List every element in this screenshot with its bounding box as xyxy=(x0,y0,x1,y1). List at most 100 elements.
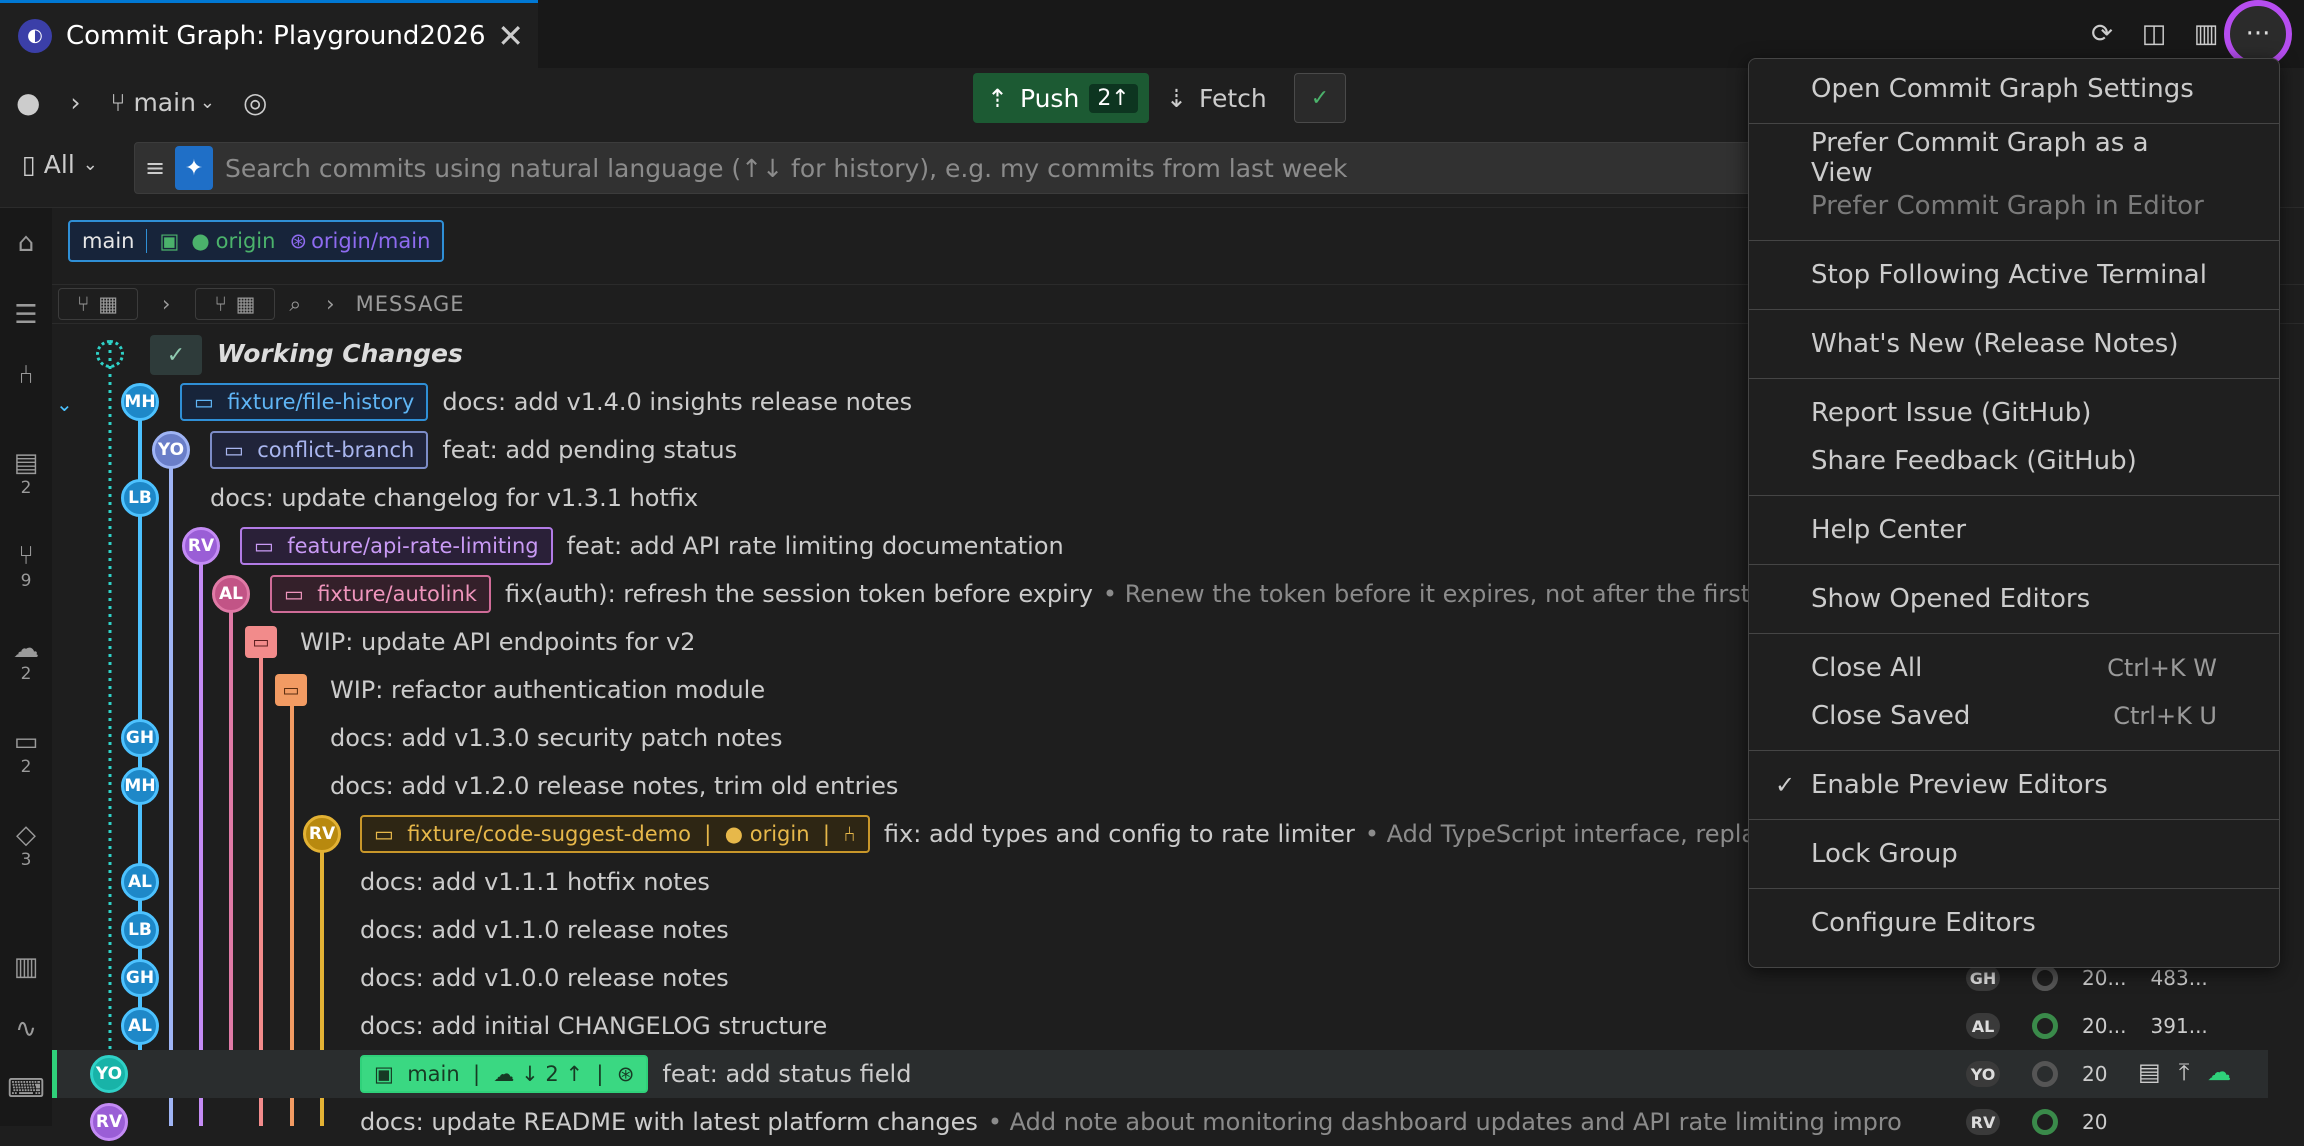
stashes-icon[interactable]: ▭ 2 xyxy=(6,727,46,777)
commit-message: docs: add initial CHANGELOG structure xyxy=(360,1012,828,1040)
branches-icon[interactable]: ⑂ 9 xyxy=(6,541,46,591)
menu-item-close-saved[interactable]: Close Saved Ctrl+K U xyxy=(1749,692,2279,740)
branch-tag[interactable]: ▣ main | ☁ ↓ 2 ↑ | ⊛ xyxy=(360,1055,649,1093)
avatar[interactable]: RV xyxy=(303,815,341,853)
local-branch-label: main xyxy=(70,229,148,253)
menu-item-prefer-view[interactable]: Prefer Commit Graph as a View xyxy=(1749,128,2279,188)
commit-message: feat: add pending status xyxy=(442,436,738,464)
menu-item-prefer-editor: Prefer Commit Graph in Editor xyxy=(1811,191,2204,221)
branch-summary[interactable]: main ▣ ● origin ⊛ origin/main xyxy=(68,220,445,262)
avatar[interactable]: YO xyxy=(152,431,190,469)
tags-icon[interactable]: ◇ 3 xyxy=(6,820,46,870)
scope-selector[interactable]: ▯ All ⌄ xyxy=(22,150,98,179)
avatar[interactable]: AL xyxy=(121,1007,159,1045)
avatar[interactable]: AL xyxy=(212,575,250,613)
graph-map-toggle[interactable]: ⑂ ▦ xyxy=(58,288,138,320)
menu-item-configure-editors[interactable]: Configure Editors xyxy=(1749,899,2279,947)
table-row[interactable]: docs: update README with latest platform… xyxy=(52,1098,1902,1146)
menu-item-help-center[interactable]: Help Center xyxy=(1749,506,2279,554)
avatar[interactable]: AL xyxy=(121,863,159,901)
chevron-right-icon: › xyxy=(162,292,172,316)
table-row[interactable]: WIP: refactor authentication module xyxy=(52,666,1752,714)
push-to-icon: ⤒ xyxy=(2178,1058,2190,1086)
table-row[interactable]: docs: update changelog for v1.3.1 hotfix xyxy=(52,474,1752,522)
tab-commit-graph[interactable]: ◐ Commit Graph: Playground2026 ✕ xyxy=(0,0,538,68)
gitlens-logo-icon: ◐ xyxy=(18,18,52,53)
avatar[interactable]: GH xyxy=(121,719,159,757)
activity-icon[interactable]: ∿ xyxy=(6,1014,46,1044)
repo-icon: ▯ xyxy=(22,150,36,179)
table-row[interactable]: WIP: update API endpoints for v2 xyxy=(52,618,1752,666)
working-changes-label[interactable]: Working Changes xyxy=(217,339,463,368)
push-button[interactable]: ⇡ Push 2↑ xyxy=(973,73,1149,123)
branch-check-icon: ▣ xyxy=(159,229,180,253)
menu-item-report-issue[interactable]: Report Issue (GitHub) xyxy=(1749,389,2279,437)
commit-message: fix: add types and config to rate limite… xyxy=(883,820,1355,848)
scope-label: All xyxy=(43,150,75,179)
stack-icon[interactable]: ☰ xyxy=(6,300,46,330)
table-row[interactable]: docs: add v1.0.0 release notes xyxy=(52,954,1752,1002)
menu-item-enable-preview-editors[interactable]: ✓ Enable Preview Editors xyxy=(1749,761,2279,809)
branch-tag[interactable]: ▭ fixture/file-history xyxy=(180,383,429,421)
table-row[interactable]: ▭ feature/api-rate-limiting feat: add AP… xyxy=(52,522,1752,570)
author-cell: GH 20... 483... xyxy=(1966,964,2208,992)
menu-item-stop-following-terminal[interactable]: Stop Following Active Terminal xyxy=(1749,251,2279,299)
refresh-icon[interactable]: ⟳ xyxy=(2082,14,2122,54)
sync-status-button[interactable]: ✓ xyxy=(1294,73,1346,123)
stash-icon: ▭ xyxy=(275,674,307,706)
avatar[interactable]: LB xyxy=(121,479,159,517)
branch-tag[interactable]: ▭ feature/api-rate-limiting xyxy=(240,527,553,565)
filter-icon[interactable]: ≡ xyxy=(135,154,175,182)
worktree-icon[interactable]: ▤ 2 xyxy=(6,448,46,498)
menu-item-close-all[interactable]: Close All Ctrl+K W xyxy=(1749,644,2279,692)
ai-search-icon[interactable]: ✦ xyxy=(175,146,213,190)
branch-tag[interactable]: ▭ conflict-branch xyxy=(210,431,429,469)
keyboard-icon[interactable]: ⌨ xyxy=(6,1074,46,1104)
menu-item-whats-new[interactable]: What's New (Release Notes) xyxy=(1749,320,2279,368)
fetch-button[interactable]: ⇣ Fetch xyxy=(1166,73,1267,123)
remotes-icon[interactable]: ☁ 2 xyxy=(6,634,46,684)
menu-item-lock-group[interactable]: Lock Group xyxy=(1749,830,2279,878)
table-row[interactable]: ▣ main | ☁ ↓ 2 ↑ | ⊛ feat: add status fi… xyxy=(52,1050,1752,1098)
split-editor-icon[interactable]: ◫ xyxy=(2134,14,2174,54)
commit-message: WIP: refactor authentication module xyxy=(330,676,766,704)
table-row[interactable]: docs: add v1.3.0 security patch notes xyxy=(52,714,1752,762)
branch-tag[interactable]: ▭ fixture/code-suggest-demo | ● origin |… xyxy=(360,815,870,853)
avatar[interactable]: MH xyxy=(121,767,159,805)
table-row[interactable]: docs: add v1.1.1 hotfix notes xyxy=(52,858,1752,906)
table-row[interactable]: docs: add v1.2.0 release notes, trim old… xyxy=(52,762,1752,810)
commit-message: docs: update changelog for v1.3.1 hotfix xyxy=(210,484,699,512)
avatar[interactable]: RV xyxy=(182,527,220,565)
columns-icon[interactable]: ▥ xyxy=(6,952,46,982)
avatar[interactable]: GH xyxy=(121,959,159,997)
menu-item-open-settings[interactable]: Open Commit Graph Settings xyxy=(1749,65,2279,113)
avatar[interactable]: YO xyxy=(90,1055,128,1093)
table-row[interactable]: docs: add v1.1.0 release notes xyxy=(52,906,1752,954)
working-changes-check-icon[interactable]: ✓ xyxy=(150,335,202,375)
home-icon[interactable]: ⌂ xyxy=(6,228,46,258)
row-actions[interactable]: ▤ ⤒ ☁ xyxy=(2138,1058,2231,1086)
branch-tag[interactable]: ▭ fixture/autolink xyxy=(270,575,491,613)
author-cell: AL 20... 391... xyxy=(1966,1012,2208,1040)
avatar[interactable]: LB xyxy=(121,911,159,949)
github-icon[interactable]: ● xyxy=(16,86,40,119)
pull-request-icon[interactable]: ⑃ xyxy=(6,360,46,390)
commit-description: • Renew the token before it expires, not… xyxy=(1102,580,1751,608)
search-icon[interactable]: ⌕ xyxy=(289,292,302,317)
menu-item-share-feedback[interactable]: Share Feedback (GitHub) xyxy=(1749,437,2279,485)
branch-selector[interactable]: main xyxy=(133,88,195,117)
fetch-icon: ⇣ xyxy=(1166,83,1187,113)
table-row[interactable]: ▭ fixture/autolink fix(auth): refresh th… xyxy=(52,570,1752,618)
avatar[interactable]: RV xyxy=(90,1103,128,1141)
menu-item-show-opened-editors[interactable]: Show Opened Editors xyxy=(1749,575,2279,623)
github-icon: ● xyxy=(191,229,210,253)
avatar[interactable]: MH xyxy=(121,383,159,421)
table-row[interactable]: ▭ fixture/file-history docs: add v1.4.0 … xyxy=(52,378,1752,426)
toggle-panel-icon[interactable]: ▥ xyxy=(2186,14,2226,54)
table-row[interactable]: ▭ conflict-branch feat: add pending stat… xyxy=(52,426,1752,474)
message-column-header: MESSAGE xyxy=(355,292,465,316)
tab-close-button[interactable]: ✕ xyxy=(497,17,524,55)
target-icon[interactable]: ◎ xyxy=(243,86,267,119)
branch-map-toggle[interactable]: ⑂ ▦ xyxy=(195,288,276,320)
table-row[interactable]: docs: add initial CHANGELOG structure xyxy=(52,1002,1752,1050)
